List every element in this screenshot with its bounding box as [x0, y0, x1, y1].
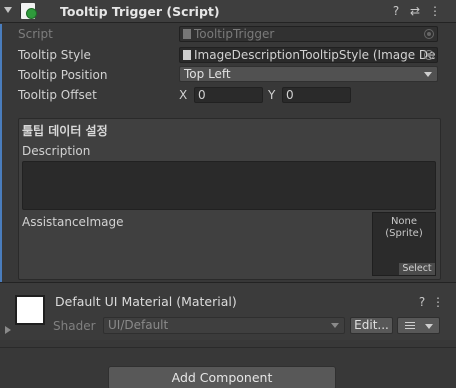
- offset-y-input[interactable]: 0: [282, 87, 351, 103]
- material-preview: [15, 295, 45, 325]
- chevron-down-icon: [424, 72, 432, 77]
- help-icon[interactable]: ?: [414, 294, 430, 310]
- edit-shader-button[interactable]: Edit...: [350, 317, 393, 334]
- object-icon: [183, 29, 191, 39]
- help-icon[interactable]: ?: [388, 3, 404, 19]
- tooltip-position-dropdown[interactable]: Top Left: [179, 66, 438, 82]
- shader-value: UI/Default: [108, 318, 169, 332]
- script-field: TooltipTrigger: [179, 26, 438, 42]
- more-icon[interactable]: ⋮: [430, 294, 446, 310]
- chevron-down-icon: [331, 323, 339, 328]
- tooltip-offset-label: Tooltip Offset: [18, 88, 97, 102]
- shader-label: Shader: [53, 319, 96, 333]
- chevron-down-icon[interactable]: [4, 7, 12, 13]
- offset-y-label: Y: [268, 88, 276, 102]
- target-icon: [424, 29, 434, 39]
- assistance-image-label: AssistanceImage: [22, 215, 124, 229]
- material-title: Default UI Material (Material): [55, 294, 237, 309]
- shader-dropdown[interactable]: UI/Default: [103, 317, 345, 334]
- sprite-select-button[interactable]: Select: [399, 263, 435, 275]
- sprite-field-text: None (Sprite): [373, 216, 435, 240]
- sprite-none-text: None: [390, 216, 418, 227]
- target-icon[interactable]: [424, 50, 434, 60]
- tooltip-style-label: Tooltip Style: [18, 48, 91, 62]
- component-title: Tooltip Trigger (Script): [60, 4, 220, 19]
- description-label: Description: [22, 144, 91, 158]
- list-icon: [405, 322, 415, 329]
- tooltip-position-value: Top Left: [184, 67, 231, 81]
- component-header[interactable]: Tooltip Trigger (Script) ? ⇄ ⋮: [0, 0, 456, 23]
- tooltip-position-label: Tooltip Position: [18, 68, 108, 82]
- section-title: 툴팁 데이터 설정: [22, 124, 108, 138]
- inspector-divider: [0, 347, 456, 348]
- script-value: TooltipTrigger: [194, 27, 275, 41]
- offset-x-label: X: [179, 88, 188, 102]
- script-icon: [21, 3, 37, 19]
- add-component-button[interactable]: Add Component: [108, 366, 336, 388]
- chevron-down-icon: [425, 324, 433, 329]
- script-label: Script: [18, 27, 53, 41]
- object-icon: [183, 50, 191, 60]
- offset-x-input[interactable]: 0: [194, 87, 263, 103]
- selection-accent-bar: [0, 24, 2, 282]
- presets-icon[interactable]: ⇄: [407, 3, 423, 19]
- chevron-right-icon[interactable]: [5, 326, 11, 334]
- tooltip-style-value: ImageDescriptionTooltipStyle (Image De: [194, 48, 436, 62]
- sprite-type-text: (Sprite): [385, 228, 423, 239]
- more-icon[interactable]: ⋮: [427, 3, 443, 19]
- shader-options-button[interactable]: [397, 317, 440, 334]
- description-textarea[interactable]: [22, 161, 436, 210]
- tooltip-style-field[interactable]: ImageDescriptionTooltipStyle (Image De: [179, 47, 438, 63]
- sprite-field[interactable]: None (Sprite) Select: [372, 212, 436, 276]
